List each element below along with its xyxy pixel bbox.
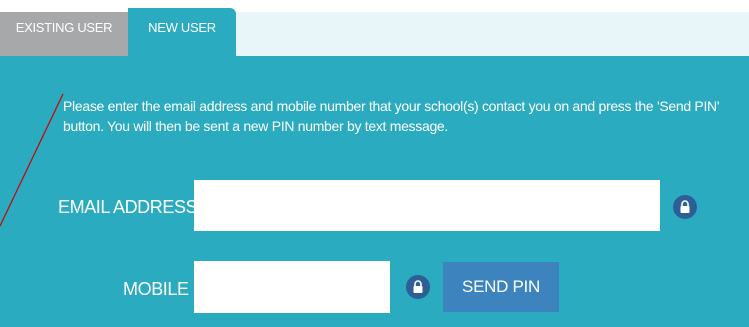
mobile-label: MOBILE [123, 279, 189, 299]
mobile-input[interactable] [194, 261, 390, 313]
lock-icon [406, 275, 430, 299]
email-input[interactable] [194, 180, 660, 231]
tab-existing-user[interactable]: EXISTING USER [0, 12, 128, 56]
tab-new-user[interactable]: NEW USER [128, 8, 236, 56]
lock-icon [673, 195, 697, 219]
tab-bar: EXISTING USER NEW USER [0, 0, 749, 56]
tab-bar-background [236, 12, 749, 56]
send-pin-button[interactable]: SEND PIN [443, 262, 559, 312]
email-label: EMAIL ADDRESS [58, 197, 198, 217]
instructions-text: Please enter the email address and mobil… [63, 98, 720, 134]
